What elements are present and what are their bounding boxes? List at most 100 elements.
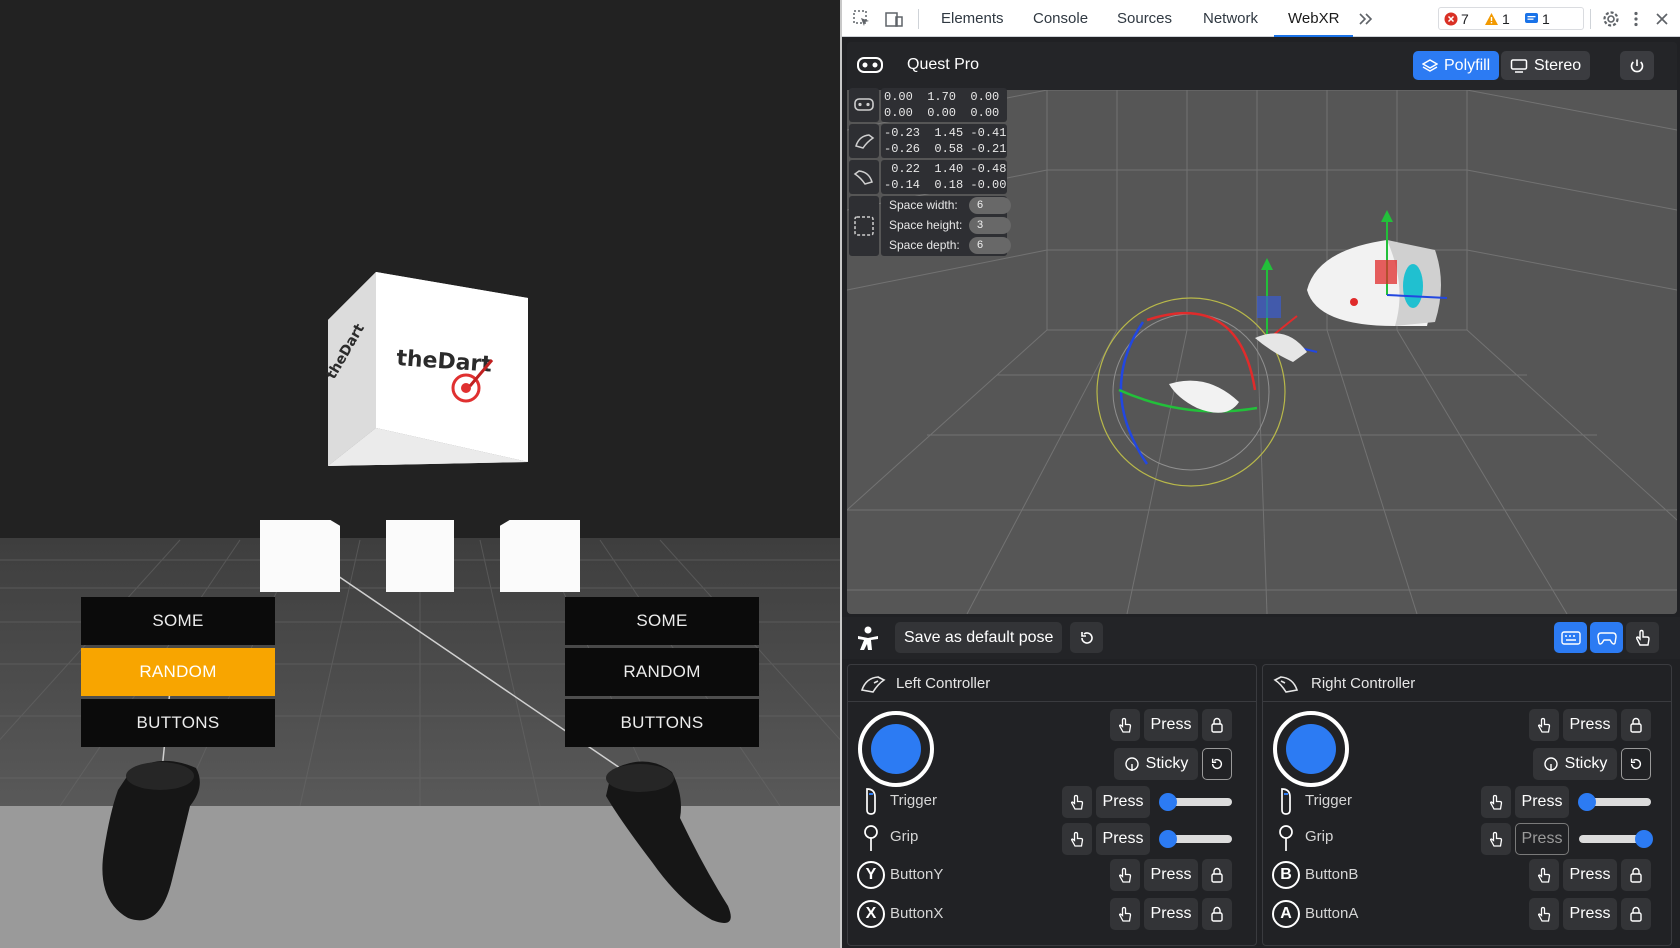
- left-trigger-touch-button[interactable]: [1062, 786, 1092, 818]
- tab-elements[interactable]: Elements: [941, 0, 1004, 37]
- left-grip-touch-button[interactable]: [1062, 823, 1092, 855]
- right-button-a-lock-button[interactable]: [1621, 898, 1651, 930]
- tab-sources[interactable]: Sources: [1117, 0, 1172, 37]
- right-joystick[interactable]: [1273, 711, 1349, 787]
- right-joystick-touch-button[interactable]: [1529, 709, 1559, 741]
- devtools-panel: Elements Console Sources Network WebXR 7…: [842, 0, 1680, 948]
- right-grip-touch-button[interactable]: [1481, 823, 1511, 855]
- right-button-a-touch-button[interactable]: [1529, 898, 1559, 930]
- left-button-y-press-button[interactable]: Press: [1144, 859, 1198, 891]
- right-button-b-press-button[interactable]: Press: [1563, 859, 1617, 891]
- left-button-x-lock-button[interactable]: [1202, 898, 1232, 930]
- inspect-element-icon[interactable]: [852, 9, 872, 29]
- small-cube-3[interactable]: [500, 520, 580, 592]
- left-trigger-press-button[interactable]: Press: [1096, 786, 1150, 818]
- right-button-b-label: ButtonB: [1305, 866, 1359, 883]
- right-button-b-lock-button[interactable]: [1621, 859, 1651, 891]
- touch-icon: [1118, 906, 1132, 922]
- space-depth-input[interactable]: 6: [969, 237, 1011, 254]
- small-cube-1[interactable]: [260, 520, 340, 592]
- left-joystick[interactable]: [858, 711, 934, 787]
- right-button-b-touch-button[interactable]: [1529, 859, 1559, 891]
- left-menu-random-button[interactable]: RANDOM: [81, 648, 275, 696]
- stereo-toggle[interactable]: Stereo: [1501, 51, 1591, 80]
- left-joystick-lock-button[interactable]: [1202, 709, 1232, 741]
- left-menu-some-button[interactable]: SOME: [81, 597, 275, 645]
- right-controller-position: 0.22 1.40 -0.48: [884, 162, 1007, 176]
- left-controller-position: -0.23 1.45 -0.41: [884, 126, 1007, 140]
- right-menu-random-button[interactable]: RANDOM: [565, 648, 759, 696]
- left-button-x-press-button[interactable]: Press: [1144, 898, 1198, 930]
- small-cube-2[interactable]: [386, 520, 454, 592]
- left-joystick-thumb[interactable]: [871, 724, 921, 774]
- space-width-row: Space width: 6: [881, 196, 1011, 215]
- settings-gear-icon[interactable]: [1601, 9, 1621, 29]
- right-sticky-label: Sticky: [1564, 755, 1608, 772]
- left-controller-panel: Left Controller Press Sticky Trigger Pre…: [847, 664, 1257, 946]
- right-joystick-press-button[interactable]: Press: [1563, 709, 1617, 741]
- right-trigger-press-button[interactable]: Press: [1515, 786, 1569, 818]
- right-controller-header: Right Controller: [1263, 665, 1671, 702]
- right-trigger-slider[interactable]: [1578, 793, 1651, 811]
- right-grip-press-button[interactable]: Press: [1515, 823, 1569, 855]
- right-sticky-reset-button[interactable]: [1621, 748, 1651, 780]
- right-button-a-press-button[interactable]: Press: [1563, 898, 1617, 930]
- right-menu-buttons-button[interactable]: BUTTONS: [565, 699, 759, 747]
- right-sticky-button[interactable]: Sticky: [1533, 748, 1617, 780]
- right-grip-slider[interactable]: [1579, 830, 1653, 848]
- save-default-pose-button[interactable]: Save as default pose: [895, 622, 1063, 653]
- chevron-double-right-icon[interactable]: [1356, 9, 1376, 29]
- message-badge[interactable]: 1: [1524, 9, 1550, 28]
- keyboard-input-toggle[interactable]: [1554, 622, 1587, 653]
- right-controller-panel: Right Controller Press Sticky Trigger Pr…: [1262, 664, 1672, 946]
- left-joystick-touch-button[interactable]: [1110, 709, 1140, 741]
- more-options-icon[interactable]: [1626, 9, 1646, 29]
- right-controller-gizmo[interactable]: [1255, 258, 1318, 362]
- controller-input-toggle[interactable]: [1590, 622, 1623, 653]
- xr-scene-view[interactable]: theDart theDart SOME RANDOM BUTTONS SOME…: [0, 0, 840, 948]
- left-grip-press-button[interactable]: Press: [1096, 823, 1150, 855]
- left-joystick-press-button[interactable]: Press: [1144, 709, 1198, 741]
- close-devtools-icon[interactable]: [1652, 9, 1672, 29]
- headset-model[interactable]: [1307, 210, 1448, 326]
- left-grip-label: Grip: [890, 828, 919, 845]
- right-trigger-touch-button[interactable]: [1481, 786, 1511, 818]
- power-icon: [1630, 59, 1644, 72]
- left-grip-slider-knob[interactable]: [1159, 830, 1177, 848]
- reset-pose-button[interactable]: [1070, 622, 1103, 653]
- left-sticky-button[interactable]: Sticky: [1114, 748, 1198, 780]
- tab-console[interactable]: Console: [1033, 0, 1088, 37]
- right-joystick-lock-button[interactable]: [1621, 709, 1651, 741]
- polyfill-toggle[interactable]: Polyfill: [1413, 51, 1500, 80]
- space-width-input[interactable]: 6: [969, 197, 1011, 214]
- device-toolbar-icon[interactable]: [884, 9, 904, 29]
- left-trigger-slider[interactable]: [1159, 793, 1232, 811]
- device-name[interactable]: Quest Pro: [907, 56, 979, 74]
- error-count: 7: [1461, 10, 1469, 27]
- right-menu-some-button[interactable]: SOME: [565, 597, 759, 645]
- left-button-x-touch-button[interactable]: [1110, 898, 1140, 930]
- left-controller-pose-icon-cell: [849, 124, 879, 158]
- error-badge[interactable]: 7: [1444, 9, 1469, 28]
- left-grip-slider[interactable]: [1159, 830, 1232, 848]
- left-menu-buttons-button[interactable]: BUTTONS: [81, 699, 275, 747]
- tab-webxr[interactable]: WebXR: [1274, 0, 1354, 37]
- tab-network[interactable]: Network: [1203, 0, 1258, 37]
- left-button-y-touch-button[interactable]: [1110, 859, 1140, 891]
- warning-badge[interactable]: 1: [1484, 9, 1510, 28]
- webxr-emulator: Quest Pro Polyfill Stereo 0.00 1.70 0.00…: [847, 42, 1677, 614]
- hand-input-toggle[interactable]: [1626, 622, 1659, 653]
- left-trigger-slider-knob[interactable]: [1159, 793, 1177, 811]
- right-grip-slider-knob[interactable]: [1635, 830, 1653, 848]
- touch-icon: [1537, 717, 1551, 733]
- space-height-input[interactable]: 3: [969, 217, 1011, 234]
- touch-icon: [1537, 906, 1551, 922]
- right-trigger-slider-knob[interactable]: [1578, 793, 1596, 811]
- warning-icon: [1485, 12, 1498, 25]
- left-sticky-reset-button[interactable]: [1202, 748, 1232, 780]
- trigger-icon: [866, 788, 876, 815]
- left-button-y-lock-button[interactable]: [1202, 859, 1232, 891]
- left-button-x-label: ButtonX: [890, 905, 944, 922]
- power-button[interactable]: [1620, 51, 1654, 80]
- right-joystick-thumb[interactable]: [1286, 724, 1336, 774]
